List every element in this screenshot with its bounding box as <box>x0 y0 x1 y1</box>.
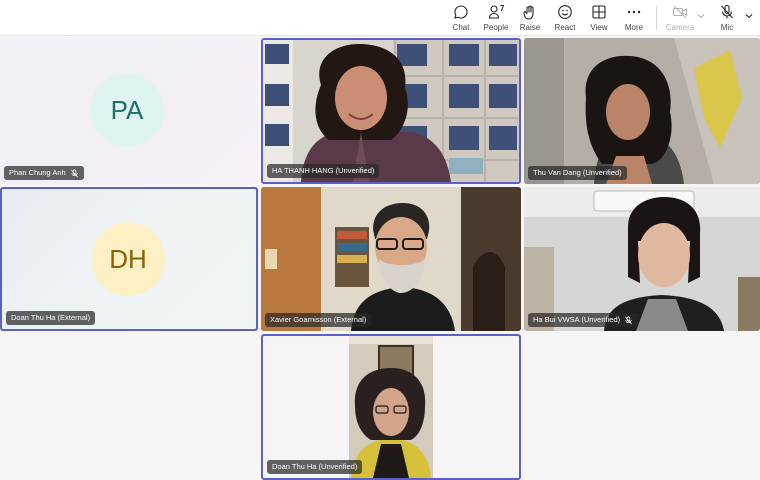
participant-name: Ha Bui VWSA (Unverified) <box>533 315 621 324</box>
participant-tile-thu-van-dang[interactable]: Thu Van Dang (Unverified) <box>524 38 760 184</box>
react-label: React <box>554 23 576 32</box>
people-count-badge: 7 <box>500 4 505 13</box>
participant-name-tag: Phan Chung Anh <box>4 166 84 180</box>
avatar: PA <box>90 73 164 147</box>
participant-tile-phan-chung-anh[interactable]: PA Phan Chung Anh <box>0 38 258 184</box>
participant-name: Doan Thu Ha (Unverified) <box>272 462 358 471</box>
participant-tile-ha-bui-vwsa[interactable]: Ha Bui VWSA (Unverified) <box>524 187 760 331</box>
people-button[interactable]: 7 People <box>482 2 510 34</box>
people-label: People <box>483 23 509 32</box>
mic-muted-icon <box>70 169 78 177</box>
participant-name: Thu Van Dang (Unverified) <box>533 168 622 177</box>
more-label: More <box>624 23 644 32</box>
video-feed <box>263 40 519 182</box>
camera-off-icon <box>672 5 688 19</box>
emoji-icon <box>558 5 572 19</box>
participant-name: Phan Chung Anh <box>9 168 66 177</box>
mic-button[interactable]: Mic <box>715 2 739 34</box>
mic-muted-icon <box>625 316 633 324</box>
camera-options-chevron-icon[interactable] <box>696 11 706 21</box>
more-icon <box>627 10 641 14</box>
camera-button[interactable]: Camera <box>666 2 694 34</box>
avatar-initials: DH <box>109 243 147 274</box>
chat-icon <box>454 5 468 19</box>
participant-name: Xavier Goarnisson (External) <box>270 315 367 324</box>
avatar-initials: PA <box>110 94 144 125</box>
participant-tile-doan-thu-ha-external[interactable]: DH Doan Thu Ha (External) <box>0 187 258 331</box>
participant-name-tag: Doan Thu Ha (Unverified) <box>267 460 363 474</box>
video-feed <box>524 38 760 184</box>
react-button[interactable]: React <box>553 2 577 34</box>
participant-name-tag: Ha Bui VWSA (Unverified) <box>528 313 639 327</box>
meeting-toolbar: Chat 7 People Raise React View More Came… <box>0 0 760 36</box>
mic-off-icon <box>721 4 733 19</box>
participant-tile-doan-thu-ha-unverified[interactable]: Doan Thu Ha (Unverified) <box>261 334 521 480</box>
video-feed <box>261 187 521 331</box>
view-label: View <box>590 23 608 32</box>
participant-name: HA THANH HANG (Unverified) <box>272 166 375 175</box>
view-button[interactable]: View <box>587 2 611 34</box>
chat-button[interactable]: Chat <box>449 2 473 34</box>
video-feed <box>524 187 760 331</box>
raise-hand-button[interactable]: Raise <box>518 2 542 34</box>
avatar: DH <box>91 222 165 296</box>
camera-label: Camera <box>665 23 695 32</box>
chat-label: Chat <box>452 23 470 32</box>
more-button[interactable]: More <box>622 2 646 34</box>
participant-name-tag: Thu Van Dang (Unverified) <box>528 166 627 180</box>
mic-label: Mic <box>720 23 734 32</box>
grid-view-icon <box>592 5 606 19</box>
hand-icon <box>523 5 534 20</box>
participant-tile-ha-thanh-hang[interactable]: HA THANH HANG (Unverified) <box>261 38 521 184</box>
mic-options-chevron-icon[interactable] <box>744 11 754 21</box>
participant-name-tag: Doan Thu Ha (External) <box>6 311 96 325</box>
toolbar-divider <box>656 6 657 30</box>
raise-label: Raise <box>519 23 541 32</box>
participant-name: Doan Thu Ha (External) <box>11 313 91 322</box>
participant-tile-xavier-goarnisson[interactable]: Xavier Goarnisson (External) <box>261 187 521 331</box>
video-feed <box>349 336 433 478</box>
participant-name-tag: HA THANH HANG (Unverified) <box>267 164 380 178</box>
participant-name-tag: Xavier Goarnisson (External) <box>265 313 372 327</box>
